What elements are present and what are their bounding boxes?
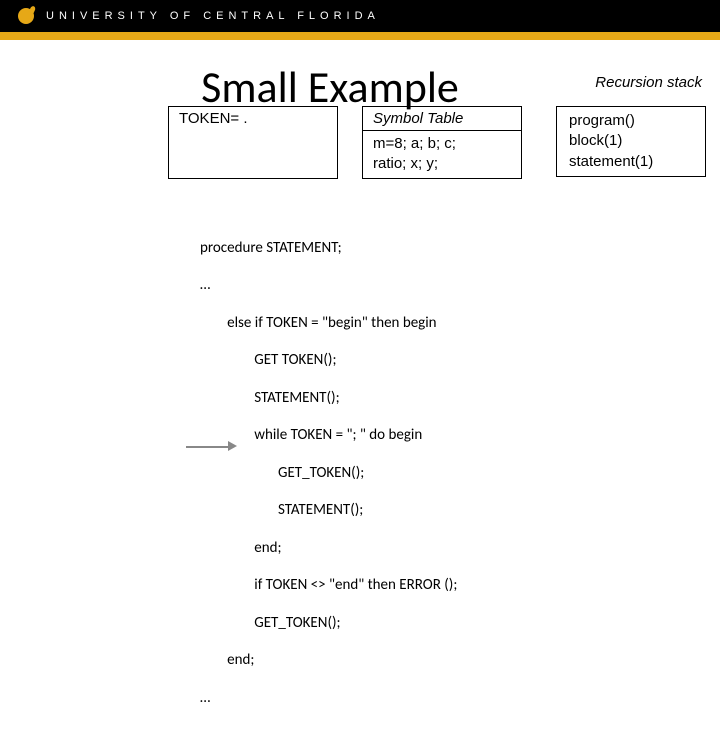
symbol-table-body: m=8; a; b; c; ratio; x; y; <box>362 131 522 179</box>
symbol-table-heading: Symbol Table <box>362 106 522 131</box>
symbol-table-line: ratio; x; y; <box>373 154 511 174</box>
code-line: … <box>200 276 457 295</box>
info-boxes: TOKEN= . Symbol Table m=8; a; b; c; rati… <box>168 106 522 179</box>
code-listing: procedure STATEMENT; … else if TOKEN = "… <box>200 220 457 745</box>
university-name: UNIVERSITY OF CENTRAL FLORIDA <box>46 10 380 22</box>
symbol-table-box: Symbol Table m=8; a; b; c; ratio; x; y; <box>362 106 522 179</box>
code-line: procedure STATEMENT; <box>200 239 457 258</box>
code-line: GET TOKEN(); <box>200 351 457 370</box>
code-line: end; <box>200 539 457 558</box>
slide-content: Small Example Recursion stack TOKEN= . S… <box>0 40 720 114</box>
token-box: TOKEN= . <box>168 106 338 179</box>
code-line: if TOKEN <> "end" then ERROR (); <box>200 576 457 595</box>
code-line: STATEMENT(); <box>200 389 457 408</box>
recursion-stack-box: program() block(1) statement(1) <box>556 106 706 177</box>
code-line: else if TOKEN = "begin" then begin <box>200 314 457 333</box>
stack-entry: statement(1) <box>569 152 693 172</box>
stack-entry: program() <box>569 111 693 131</box>
code-line: end; <box>200 651 457 670</box>
code-line: while TOKEN = "; " do begin <box>200 426 457 445</box>
code-line: … <box>200 689 457 708</box>
ucf-logo-icon <box>18 8 34 24</box>
stack-entry: block(1) <box>569 131 693 151</box>
symbol-table-line: m=8; a; b; c; <box>373 134 511 154</box>
code-line: GET_TOKEN(); <box>200 614 457 633</box>
gold-divider <box>0 32 720 40</box>
recursion-stack-label: Recursion stack <box>595 74 702 91</box>
code-line: STATEMENT(); <box>200 501 457 520</box>
code-line: GET_TOKEN(); <box>200 464 457 483</box>
header-bar: UNIVERSITY OF CENTRAL FLORIDA <box>0 0 720 32</box>
